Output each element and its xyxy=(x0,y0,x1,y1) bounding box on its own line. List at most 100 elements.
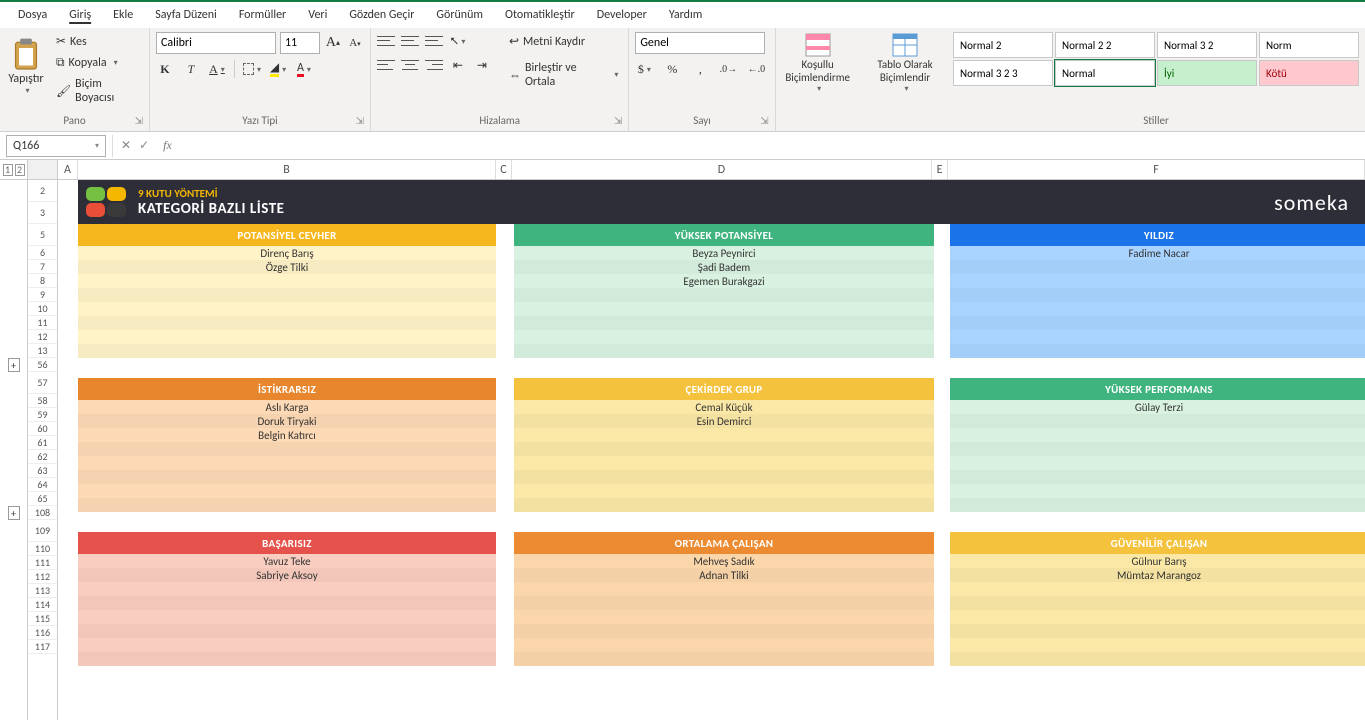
align-left-button[interactable] xyxy=(377,58,395,72)
row-header[interactable]: 7 xyxy=(28,260,57,274)
menu-item-ekle[interactable]: Ekle xyxy=(103,4,143,26)
menu-item-yardım[interactable]: Yardım xyxy=(659,4,712,26)
bold-button[interactable]: K xyxy=(156,60,174,78)
cancel-formula-button[interactable]: ✕ xyxy=(121,138,131,153)
copy-button[interactable]: ⧉Kopyala xyxy=(52,54,143,72)
row-header[interactable]: 111 xyxy=(28,556,57,570)
row-header[interactable]: 116 xyxy=(28,626,57,640)
menu-item-giriş[interactable]: Giriş xyxy=(59,4,101,26)
outline-level-1[interactable]: 1 xyxy=(3,164,13,176)
comma-button[interactable]: , xyxy=(691,60,709,78)
conditional-formatting-button[interactable]: Koşullu Biçimlendirme xyxy=(782,32,854,94)
style-cell[interactable]: Normal 2 2 xyxy=(1055,32,1155,58)
menu-item-sayfa düzeni[interactable]: Sayfa Düzeni xyxy=(145,4,227,26)
select-all-corner[interactable] xyxy=(28,160,58,179)
formula-input[interactable] xyxy=(178,135,1365,157)
style-cell[interactable]: Normal 2 xyxy=(953,32,1053,58)
menu-item-otomatikleştir[interactable]: Otomatikleştir xyxy=(495,4,585,26)
row-header[interactable]: 110 xyxy=(28,542,57,556)
menu-item-formüller[interactable]: Formüller xyxy=(229,4,296,26)
decrease-indent-button[interactable]: ⇤ xyxy=(449,56,467,74)
menu-item-veri[interactable]: Veri xyxy=(298,4,337,26)
row-header[interactable]: 65 xyxy=(28,492,57,506)
row-header[interactable]: 117 xyxy=(28,640,57,654)
style-cell[interactable]: Normal xyxy=(1055,60,1155,86)
style-cell[interactable]: Norm xyxy=(1259,32,1359,58)
format-as-table-button[interactable]: Tablo Olarak Biçimlendir xyxy=(869,32,941,94)
row-header[interactable]: 108 xyxy=(28,506,57,520)
row-header[interactable]: 62 xyxy=(28,450,57,464)
font-size-select[interactable] xyxy=(280,32,320,54)
style-cell[interactable]: Normal 3 2 3 xyxy=(953,60,1053,86)
accept-formula-button[interactable]: ✓ xyxy=(139,138,149,153)
row-header[interactable]: 109 xyxy=(28,520,57,542)
row-header[interactable]: 57 xyxy=(28,372,57,394)
menu-item-developer[interactable]: Developer xyxy=(587,4,657,26)
style-cell[interactable]: İyi xyxy=(1157,60,1257,86)
row-header[interactable]: 63 xyxy=(28,464,57,478)
menu-item-gözden geçir[interactable]: Gözden Geçir xyxy=(339,4,424,26)
row-header[interactable]: 61 xyxy=(28,436,57,450)
increase-font-button[interactable]: A▴ xyxy=(324,34,342,52)
style-cell[interactable]: Kötü xyxy=(1259,60,1359,86)
merge-center-button[interactable]: ⇔Birleştir ve Ortala xyxy=(505,59,622,91)
align-middle-button[interactable] xyxy=(401,34,419,48)
row-header[interactable]: 5 xyxy=(28,224,57,246)
align-center-button[interactable] xyxy=(401,58,419,72)
decrease-font-button[interactable]: A▾ xyxy=(346,34,364,52)
orientation-button[interactable]: ⭦ xyxy=(449,32,467,50)
outline-expand-button[interactable]: + xyxy=(8,506,20,520)
row-header[interactable]: 9 xyxy=(28,288,57,302)
row-header[interactable]: 3 xyxy=(28,202,57,224)
italic-button[interactable]: T xyxy=(182,60,200,78)
row-header[interactable]: 112 xyxy=(28,570,57,584)
name-box[interactable]: Q166▾ xyxy=(6,135,106,157)
col-header-F[interactable]: F xyxy=(948,160,1365,179)
row-header[interactable]: 58 xyxy=(28,394,57,408)
fill-color-button[interactable]: ◢ xyxy=(269,60,287,78)
decrease-decimal-button[interactable]: ←.0 xyxy=(747,60,765,78)
paste-button[interactable]: Yapıştır xyxy=(6,32,46,102)
format-painter-button[interactable]: 🖌Biçim Boyacısı xyxy=(52,75,143,107)
row-header[interactable]: 10 xyxy=(28,302,57,316)
col-header-C[interactable]: C xyxy=(496,160,512,179)
fx-icon[interactable]: fx xyxy=(157,138,178,153)
cut-button[interactable]: ✂Kes xyxy=(52,32,143,51)
font-name-select[interactable] xyxy=(156,32,276,54)
col-header-A[interactable]: A xyxy=(58,160,78,179)
outline-expand-button[interactable]: + xyxy=(8,358,20,372)
menu-item-görünüm[interactable]: Görünüm xyxy=(426,4,493,26)
col-header-E[interactable]: E xyxy=(932,160,948,179)
row-header[interactable]: 115 xyxy=(28,612,57,626)
menu-item-dosya[interactable]: Dosya xyxy=(8,4,57,26)
number-format-select[interactable] xyxy=(635,32,765,54)
currency-button[interactable]: $ xyxy=(635,60,653,78)
alignment-dialog-launcher[interactable]: ⇲ xyxy=(614,114,622,127)
increase-indent-button[interactable]: ⇥ xyxy=(473,56,491,74)
borders-button[interactable] xyxy=(243,60,261,78)
row-header[interactable]: 59 xyxy=(28,408,57,422)
clipboard-dialog-launcher[interactable]: ⇲ xyxy=(135,114,143,127)
outline-level-2[interactable]: 2 xyxy=(15,164,25,176)
style-cell[interactable]: Normal 3 2 xyxy=(1157,32,1257,58)
row-header[interactable]: 60 xyxy=(28,422,57,436)
row-header[interactable]: 64 xyxy=(28,478,57,492)
row-header[interactable]: 12 xyxy=(28,330,57,344)
font-dialog-launcher[interactable]: ⇲ xyxy=(356,114,364,127)
number-dialog-launcher[interactable]: ⇲ xyxy=(760,114,768,127)
sheet-content[interactable]: 9 KUTU YÖNTEMİ KATEGORİ BAZLI LİSTE some… xyxy=(58,180,1365,720)
align-bottom-button[interactable] xyxy=(425,34,443,48)
align-right-button[interactable] xyxy=(425,58,443,72)
row-header[interactable]: 11 xyxy=(28,316,57,330)
row-header[interactable]: 13 xyxy=(28,344,57,358)
underline-button[interactable]: A xyxy=(208,60,226,78)
row-header[interactable]: 113 xyxy=(28,584,57,598)
row-header[interactable]: 114 xyxy=(28,598,57,612)
col-header-D[interactable]: D xyxy=(512,160,932,179)
percent-button[interactable]: % xyxy=(663,60,681,78)
row-header[interactable]: 8 xyxy=(28,274,57,288)
row-header[interactable]: 2 xyxy=(28,180,57,202)
font-color-button[interactable]: A xyxy=(295,60,313,78)
col-header-B[interactable]: B xyxy=(78,160,496,179)
row-header[interactable]: 56 xyxy=(28,358,57,372)
